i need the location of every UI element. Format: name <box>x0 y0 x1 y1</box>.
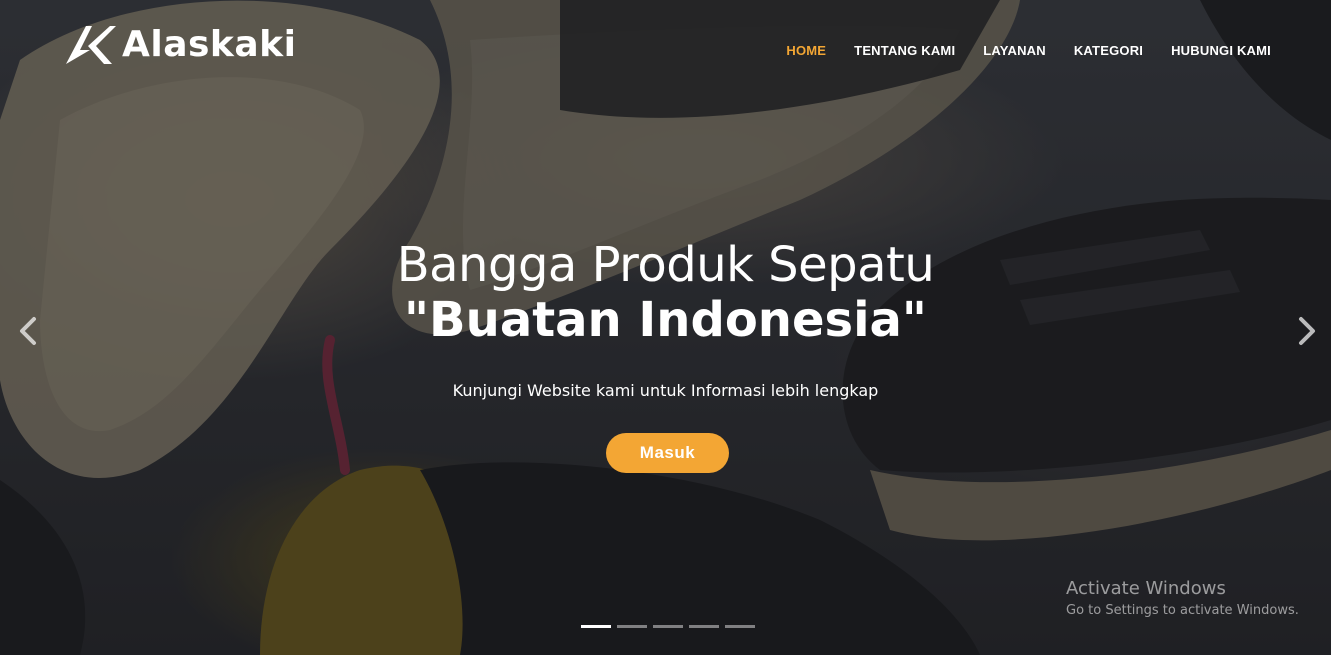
carousel-indicator-4[interactable] <box>689 625 719 628</box>
nav-item-home[interactable]: HOME <box>786 43 826 58</box>
hero-subtitle: Kunjungi Website kami untuk Informasi le… <box>452 381 879 400</box>
main-navigation: HOME TENTANG KAMI LAYANAN KATEGORI HUBUN… <box>786 43 1271 58</box>
carousel-indicator-1[interactable] <box>581 625 611 628</box>
masuk-button[interactable]: Masuk <box>606 433 729 473</box>
chevron-left-icon[interactable] <box>14 314 44 348</box>
nav-item-kategori[interactable]: KATEGORI <box>1074 43 1143 58</box>
nav-item-layanan[interactable]: LAYANAN <box>983 43 1046 58</box>
carousel-indicator-3[interactable] <box>653 625 683 628</box>
hero-headline-line1: Bangga Produk Sepatu <box>396 237 935 293</box>
nav-item-hubungi-kami[interactable]: HUBUNGI KAMI <box>1171 43 1271 58</box>
chevron-right-icon[interactable] <box>1291 314 1321 348</box>
watermark-title: Activate Windows <box>1066 578 1226 599</box>
brand-logo[interactable]: Alaskaki <box>64 22 296 66</box>
watermark-subtitle: Go to Settings to activate Windows. <box>1066 603 1299 618</box>
ak-monogram-icon <box>66 26 116 64</box>
windows-activation-watermark: Activate Windows Go to Settings to activ… <box>1066 578 1299 618</box>
nav-item-tentang-kami[interactable]: TENTANG KAMI <box>854 43 955 58</box>
carousel-indicator-2[interactable] <box>617 625 647 628</box>
hero-carousel: Alaskaki HOME TENTANG KAMI LAYANAN KATEG… <box>0 0 1331 655</box>
carousel-indicator-5[interactable] <box>725 625 755 628</box>
hero-headline-line2: "Buatan Indonesia" <box>404 292 927 348</box>
site-header: Alaskaki HOME TENTANG KAMI LAYANAN KATEG… <box>0 0 1331 90</box>
brand-name: Alaskaki <box>122 23 297 65</box>
carousel-indicators <box>581 625 755 628</box>
